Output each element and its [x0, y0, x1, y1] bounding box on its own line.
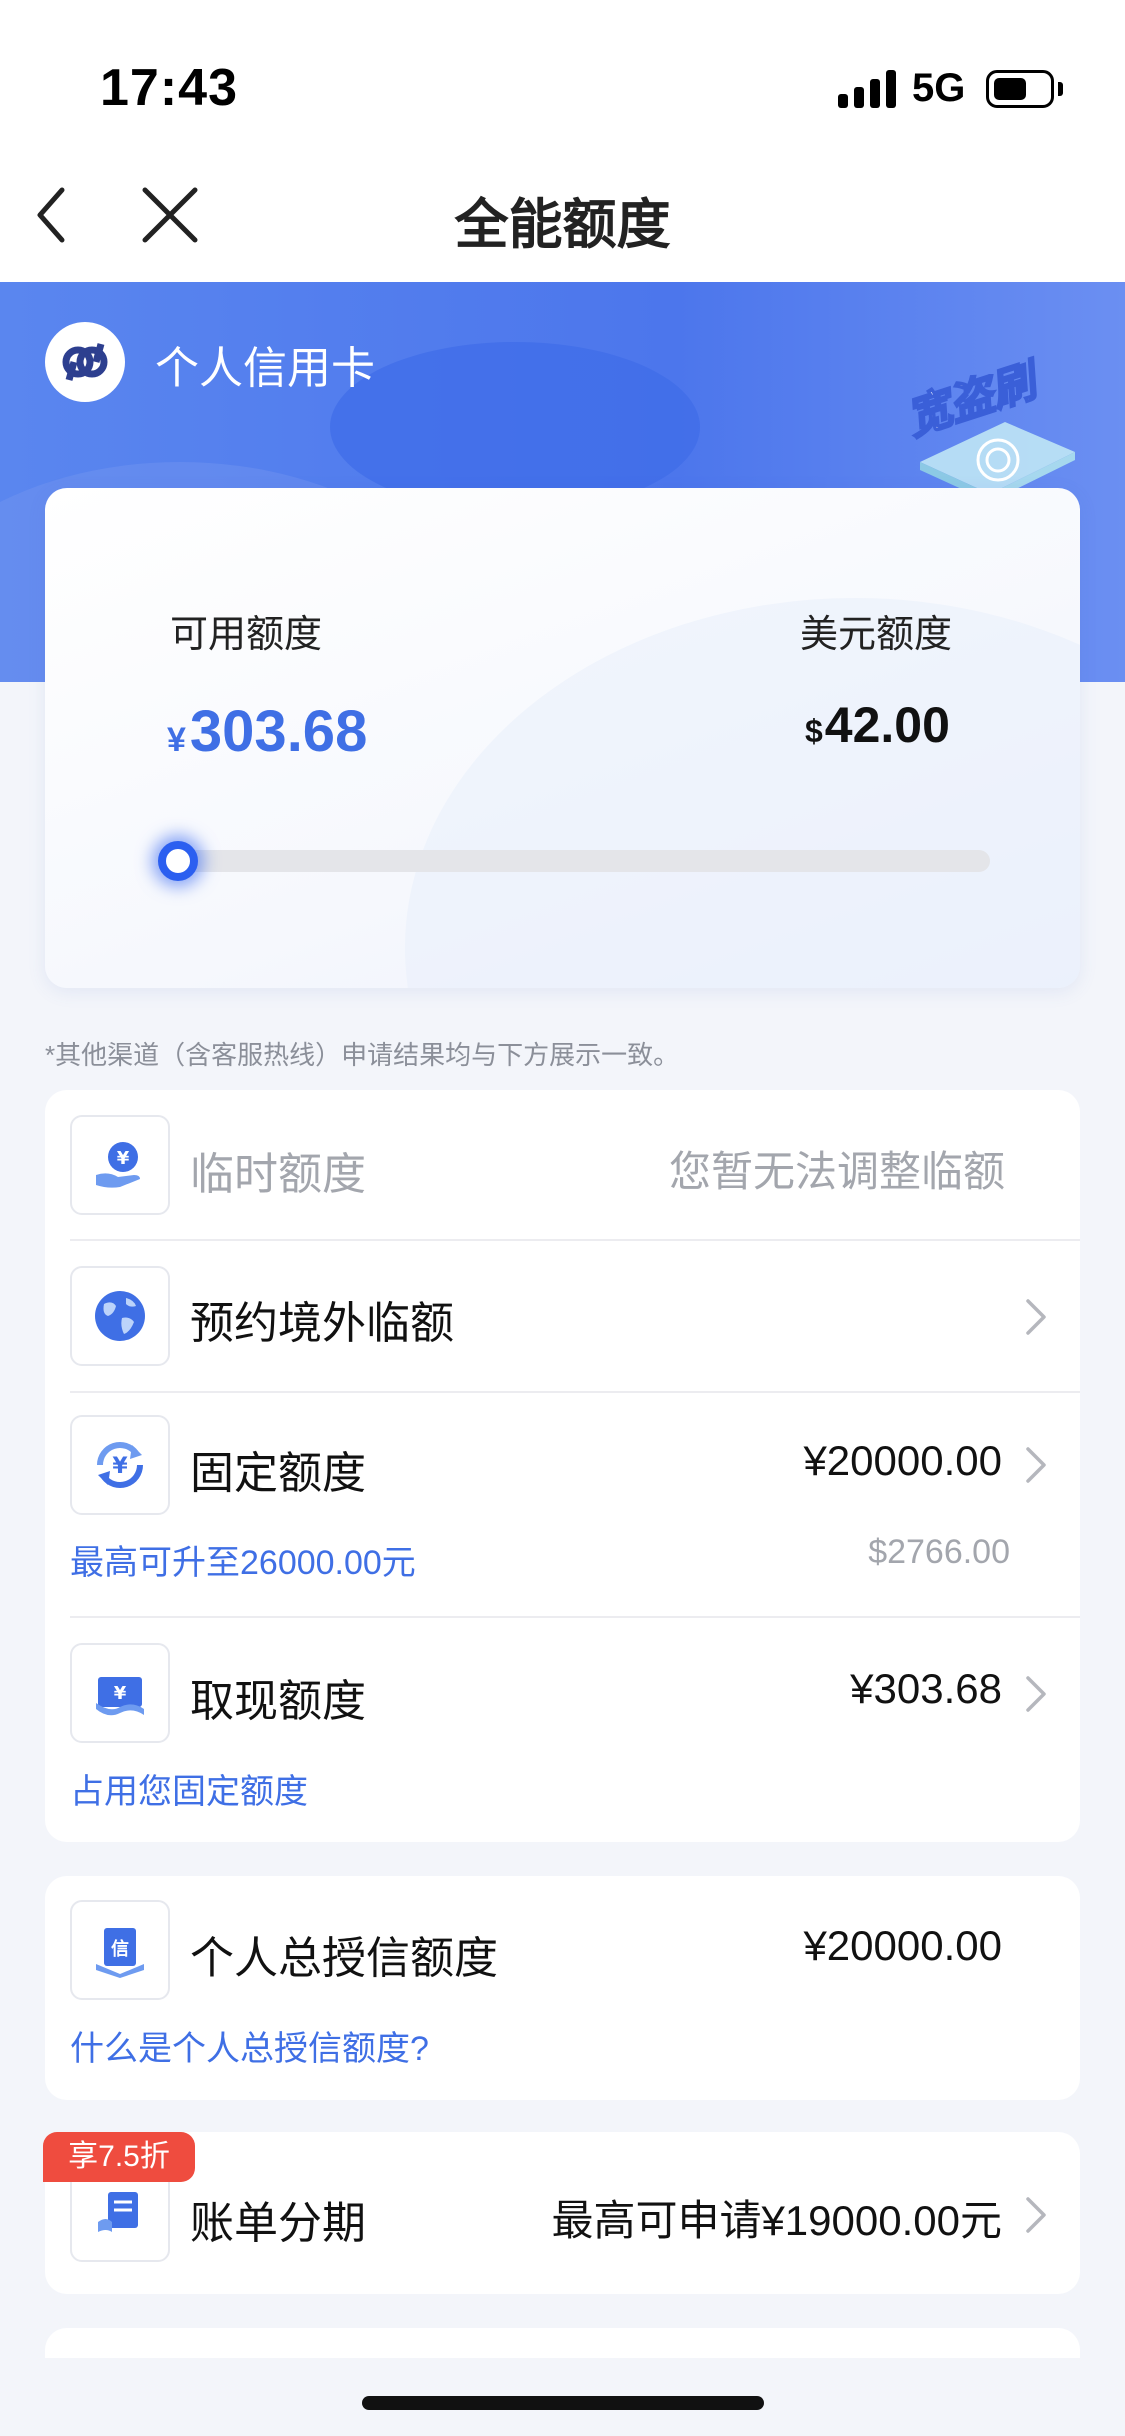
cash-limit-row[interactable]: ¥ 取现额度 ¥303.68 占用您固定额度	[45, 1618, 1080, 1842]
network-label: 5G	[912, 66, 966, 110]
fixed-limit-usd: $2766.00	[868, 1533, 1010, 1571]
fixed-limit-upgrade-link[interactable]: 最高可升至26000.00元	[70, 1535, 416, 1584]
fixed-limit-value: ¥20000.00	[803, 1437, 1002, 1484]
usd-limit-label: 美元额度	[800, 614, 953, 656]
globe-icon	[70, 1266, 170, 1366]
cash-limit-note: 占用您固定额度	[70, 1773, 308, 1811]
usage-progress-knob	[158, 841, 198, 881]
temporary-limit-status: 您暂无法调整临额	[668, 1148, 1005, 1195]
available-limit-value: ¥303.68	[167, 699, 368, 764]
fixed-limit-label: 固定额度	[190, 1449, 366, 1498]
total-credit-help-link[interactable]: 什么是个人总授信额度?	[70, 2021, 429, 2070]
credit-document-icon: 信	[70, 1900, 170, 2000]
brand-name: 个人信用卡	[155, 344, 375, 393]
svg-text:信: 信	[111, 1938, 129, 1960]
yen-cycle-icon: ¥	[70, 1415, 170, 1515]
total-credit-value: ¥20000.00	[803, 1922, 1002, 1969]
temporary-limit-row: ¥ 临时额度 您暂无法调整临额	[45, 1090, 1080, 1240]
available-limit-label: 可用额度	[170, 614, 323, 656]
svg-text:¥: ¥	[114, 1683, 127, 1704]
chevron-right-icon	[1026, 1447, 1046, 1483]
battery-icon	[986, 70, 1054, 108]
total-credit-label: 个人总授信额度	[190, 1934, 498, 1983]
svg-text:¥: ¥	[112, 1454, 128, 1479]
overseas-limit-label: 预约境外临额	[190, 1299, 454, 1348]
usage-progress-track	[170, 850, 990, 872]
nav-bar: 全能额度	[0, 150, 1125, 282]
page-title: 全能额度	[454, 195, 671, 255]
quota-card: 可用额度 ¥303.68 美元额度 $42.00	[45, 488, 1080, 988]
discount-badge: 享7.5折	[43, 2132, 195, 2182]
installment-card[interactable]: 账单分期 最高可申请¥19000.00元	[45, 2132, 1080, 2294]
cash-note-icon: ¥	[70, 1643, 170, 1743]
battery-cap	[1058, 82, 1063, 96]
bank-logo-icon	[45, 322, 125, 402]
cash-limit-value: ¥303.68	[850, 1665, 1002, 1712]
chevron-right-icon	[1026, 1676, 1046, 1712]
next-card-peek	[45, 2328, 1080, 2358]
signal-icon	[838, 70, 898, 108]
usd-limit-value: $42.00	[805, 697, 950, 753]
cash-limit-label: 取现额度	[190, 1677, 366, 1726]
anti-fraud-badge[interactable]: 宽盗刷	[900, 352, 1080, 502]
home-indicator[interactable]	[362, 2396, 764, 2410]
chevron-right-icon	[1026, 1299, 1046, 1335]
chevron-right-icon	[1026, 2197, 1046, 2233]
installment-value: 最高可申请¥19000.00元	[551, 2197, 1002, 2244]
total-credit-card: 信 个人总授信额度 ¥20000.00 什么是个人总授信额度?	[45, 1876, 1080, 2100]
yen-hand-icon: ¥	[70, 1115, 170, 1215]
installment-label: 账单分期	[190, 2199, 366, 2248]
limits-card: ¥ 临时额度 您暂无法调整临额 预约境外临额 ¥ 固定额度 ¥20000.00 …	[45, 1090, 1080, 1842]
temporary-limit-label: 临时额度	[190, 1150, 366, 1199]
channel-notice: *其他渠道（含客服热线）申请结果均与下方展示一致。	[45, 1040, 680, 1070]
overseas-limit-row[interactable]: 预约境外临额	[45, 1241, 1080, 1391]
status-bar: 17:43 5G	[0, 0, 1125, 150]
status-time: 17:43	[100, 59, 238, 117]
svg-text:¥: ¥	[117, 1148, 130, 1169]
fixed-limit-row[interactable]: ¥ 固定额度 ¥20000.00 最高可升至26000.00元 $2766.00	[45, 1393, 1080, 1615]
